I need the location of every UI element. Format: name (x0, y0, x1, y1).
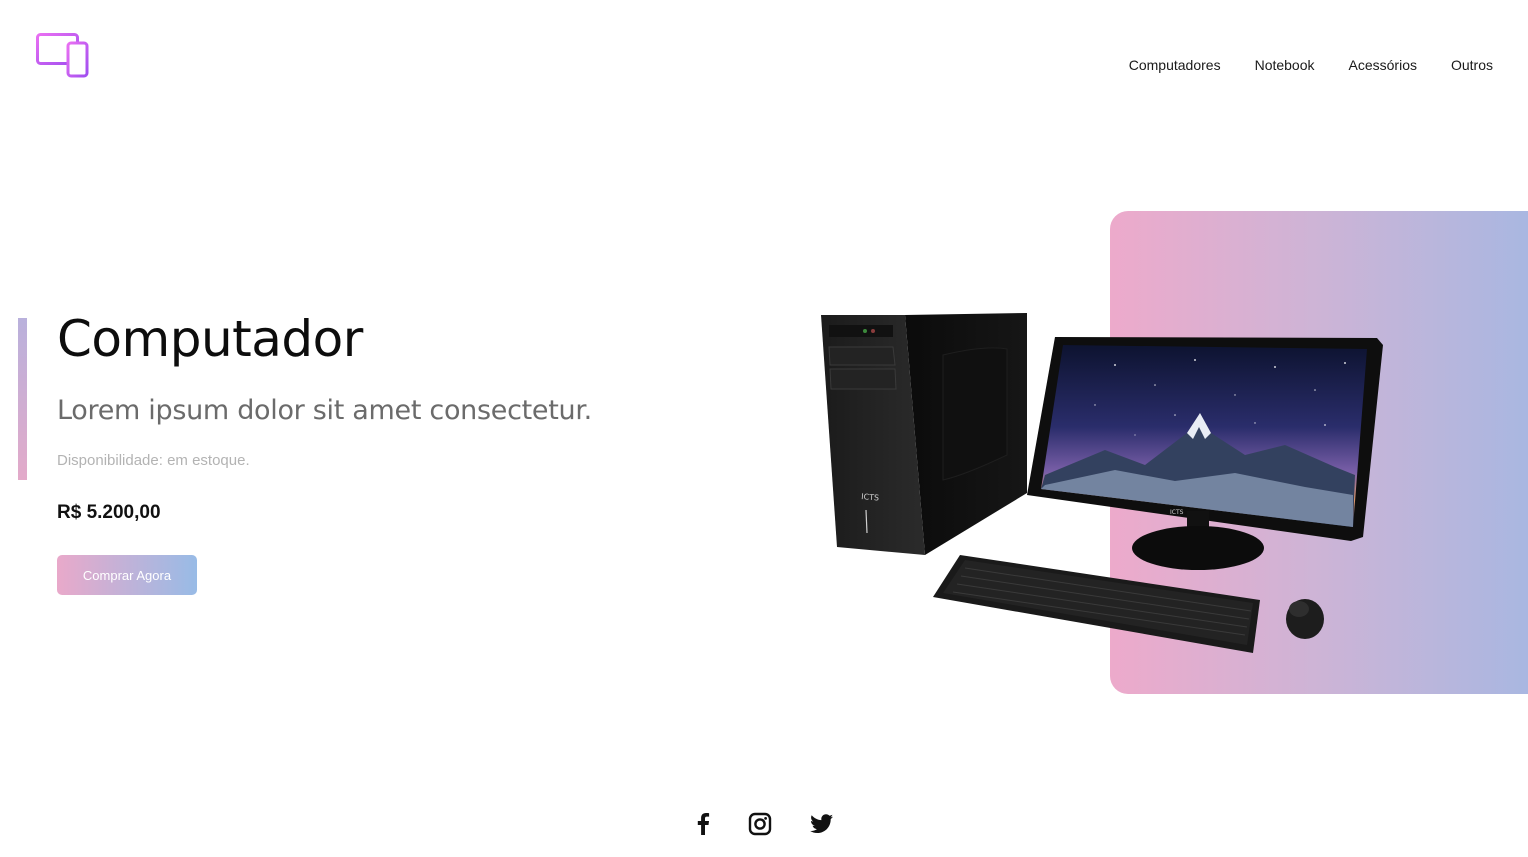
product-subtitle: Lorem ipsum dolor sit amet consectetur. (57, 395, 592, 426)
svg-text:ICTS: ICTS (861, 492, 880, 503)
buy-now-button[interactable]: Comprar Agora (57, 555, 197, 595)
svg-text:ICTS: ICTS (1170, 509, 1184, 516)
nav-item-notebook[interactable]: Notebook (1255, 57, 1315, 73)
product-price: R$ 5.200,00 (57, 502, 161, 523)
social-links (693, 811, 835, 837)
twitter-icon[interactable] (809, 811, 835, 837)
accent-bar (18, 318, 27, 480)
nav-item-outros[interactable]: Outros (1451, 57, 1493, 73)
facebook-icon[interactable] (693, 811, 713, 837)
main-nav: Computadores Notebook Acessórios Outros (1129, 57, 1493, 73)
nav-item-acessorios[interactable]: Acessórios (1349, 57, 1417, 73)
landing-page: Computadores Notebook Acessórios Outros … (0, 0, 1528, 857)
nav-item-computadores[interactable]: Computadores (1129, 57, 1221, 73)
devices-logo-icon[interactable] (36, 33, 90, 79)
desktop-computer-product-image: ICTS ICTS (815, 305, 1395, 665)
instagram-icon[interactable] (747, 811, 773, 837)
availability-text: Disponibilidade: em estoque. (57, 452, 250, 469)
product-title: Computador (57, 310, 363, 368)
